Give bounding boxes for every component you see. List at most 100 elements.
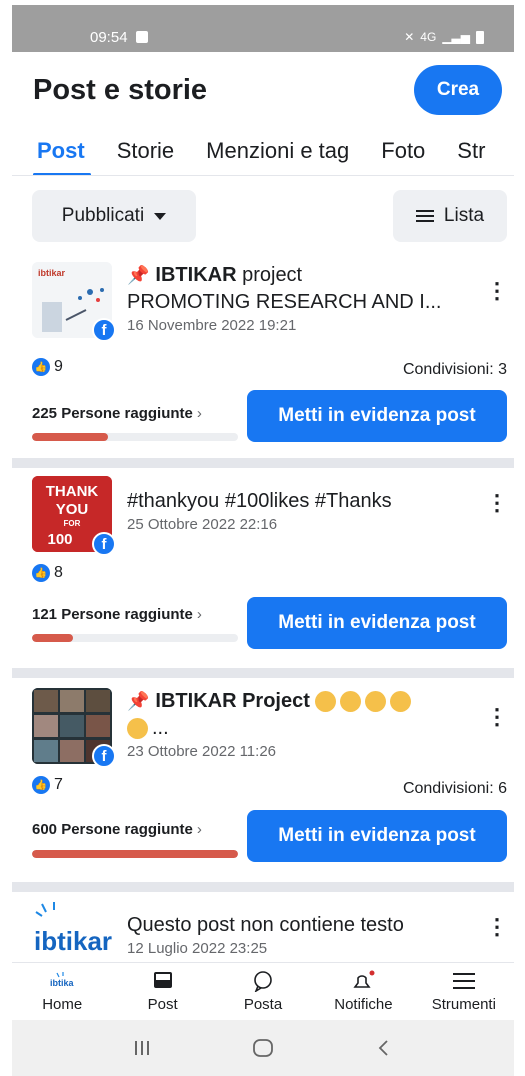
facebook-icon: f xyxy=(92,744,116,768)
nav-post[interactable]: Post xyxy=(112,963,212,1020)
recent-apps-icon[interactable] xyxy=(132,1038,152,1058)
pin-icon: 📌 xyxy=(127,265,150,285)
post-thumbnail[interactable]: THANK YOU FOR 100 f xyxy=(32,476,116,556)
post-text: 📌 IBTIKAR Project ... 23 Ottobre 2022 11:… xyxy=(127,688,474,762)
boost-post-button[interactable]: Metti in evidenza post xyxy=(247,390,507,442)
reach-progress-bar xyxy=(32,634,238,642)
facebook-icon: f xyxy=(92,532,116,556)
filters-row: Pubblicati Lista xyxy=(12,190,514,242)
reach-label: 121 Persone raggiunte xyxy=(32,606,193,623)
tab-photos[interactable]: Foto xyxy=(365,128,441,175)
home-button-icon[interactable] xyxy=(252,1037,274,1059)
bottom-navigation: ibtika Home Post Posta Notifiche Strumen… xyxy=(12,962,514,1020)
post-text: Questo post non contiene testo 12 Luglio… xyxy=(127,912,474,959)
battery-icon xyxy=(476,30,484,44)
tab-bar: Post Storie Menzioni e tag Foto Str xyxy=(12,128,514,176)
nav-inbox[interactable]: Posta xyxy=(213,963,313,1020)
thumb-text-line: YOU xyxy=(56,501,89,518)
reactions[interactable]: 👍 7 xyxy=(32,776,63,794)
network-type: 4G xyxy=(420,30,437,44)
more-options-icon[interactable]: ⋮ xyxy=(486,706,508,728)
emoji-icon xyxy=(340,691,362,713)
tab-mentions-tags[interactable]: Menzioni e tag xyxy=(190,128,365,175)
shares-count: Condivisioni: 6 xyxy=(402,780,507,797)
nav-home[interactable]: ibtika Home xyxy=(12,963,112,1020)
more-options-icon[interactable]: ⋮ xyxy=(486,916,508,938)
reach-progress-bar xyxy=(32,850,238,858)
post-date: 23 Ottobre 2022 11:26 xyxy=(127,743,277,760)
app-screen: Post e storie Crea Post Storie Menzioni … xyxy=(12,52,514,1076)
thumb-text-line: THANK xyxy=(46,483,99,500)
reactions[interactable]: 👍 9 xyxy=(32,358,63,376)
divider xyxy=(12,668,514,678)
back-icon[interactable] xyxy=(374,1038,394,1058)
nav-notifications[interactable]: Notifiche xyxy=(313,963,413,1020)
reach-link[interactable]: 121 Persone raggiunte › xyxy=(32,606,202,623)
tab-stories[interactable]: Storie xyxy=(101,128,190,175)
post-body: PROMOTING RESEARCH AND I... xyxy=(127,291,442,313)
post-body: Questo post non contiene testo xyxy=(127,914,404,936)
signal-icon: ▁▃▅ xyxy=(442,30,470,44)
view-toggle-button[interactable]: Lista xyxy=(393,190,507,242)
post-thumbnail[interactable]: ibtikar xyxy=(32,898,112,962)
post-thumbnail[interactable]: ibtikar f xyxy=(32,262,116,342)
nav-inbox-label: Posta xyxy=(243,996,283,1013)
thumb-text-line: 100 xyxy=(47,531,72,548)
nav-post-label: Post xyxy=(147,996,178,1013)
chat-bubble-icon xyxy=(252,970,274,992)
status-filter-label: Pubblicati xyxy=(61,205,145,226)
like-icon: 👍 xyxy=(32,564,50,582)
reach-progress-fill xyxy=(32,433,109,441)
create-button[interactable]: Crea xyxy=(414,65,502,115)
post-stack-icon xyxy=(152,970,174,992)
post-title-rest: project xyxy=(236,264,303,286)
tab-tools-partial[interactable]: Str xyxy=(441,128,501,175)
page-title: Post e storie xyxy=(33,73,208,106)
shares-count: Condivisioni: 3 xyxy=(402,361,507,378)
view-label: Lista xyxy=(443,205,485,226)
like-count: 7 xyxy=(54,776,63,793)
reach-label: 600 Persone raggiunte xyxy=(32,821,193,838)
like-count: 8 xyxy=(54,564,63,581)
nav-tools-label: Strumenti xyxy=(431,996,496,1013)
facebook-icon: f xyxy=(92,318,116,342)
bell-icon xyxy=(350,970,376,992)
nav-tools[interactable]: Strumenti xyxy=(414,963,514,1020)
post-date: 25 Ottobre 2022 22:16 xyxy=(127,516,278,533)
post-text: #thankyou #100likes #Thanks 25 Ottobre 2… xyxy=(127,488,474,535)
chevron-right-icon: › xyxy=(196,821,202,838)
post-text: 📌 IBTIKAR project PROMOTING RESEARCH AND … xyxy=(127,262,474,336)
post-card[interactable]: ibtikar f 📌 IBTIKAR project PROMOTING RES… xyxy=(12,262,514,448)
mute-icon: ✕ xyxy=(404,30,415,44)
post-card[interactable]: THANK YOU FOR 100 f #thankyou #100likes … xyxy=(12,476,514,652)
like-icon: 👍 xyxy=(32,776,50,794)
list-icon xyxy=(415,210,434,222)
tab-post[interactable]: Post xyxy=(12,128,101,175)
post-date: 12 Luglio 2022 23:25 xyxy=(127,940,268,957)
emoji-icon xyxy=(127,718,148,740)
more-options-icon[interactable]: ⋮ xyxy=(486,280,508,302)
emoji-icon xyxy=(365,691,387,713)
more-options-icon[interactable]: ⋮ xyxy=(486,492,508,514)
post-body: #thankyou #100likes #Thanks xyxy=(127,490,392,512)
chevron-right-icon: › xyxy=(196,606,202,623)
header: Post e storie Crea xyxy=(12,52,514,128)
ibtikar-logo-icon: ibtika xyxy=(49,970,75,992)
boost-post-button[interactable]: Metti in evidenza post xyxy=(247,810,507,862)
reach-link[interactable]: 600 Persone raggiunte › xyxy=(32,821,202,838)
status-filter-dropdown[interactable]: Pubblicati xyxy=(32,190,196,242)
nav-home-label: Home xyxy=(42,996,83,1013)
like-icon: 👍 xyxy=(32,358,50,376)
reach-link[interactable]: 225 Persone raggiunte › xyxy=(32,405,202,422)
reach-progress-bar xyxy=(32,433,238,441)
boost-post-button[interactable]: Metti in evidenza post xyxy=(247,597,507,649)
divider xyxy=(12,458,514,468)
post-thumbnail[interactable]: f xyxy=(32,688,116,768)
caret-down-icon xyxy=(154,212,167,220)
system-navigation-bar xyxy=(12,1020,514,1076)
reactions[interactable]: 👍 8 xyxy=(32,564,63,582)
post-card[interactable]: f 📌 IBTIKAR Project ... 23 Ottobre 2022 1… xyxy=(12,688,514,876)
thumb-text-line: FOR xyxy=(64,519,81,528)
menu-icon xyxy=(452,970,476,992)
post-card[interactable]: ibtikar Questo post non contiene testo 1… xyxy=(12,898,514,962)
